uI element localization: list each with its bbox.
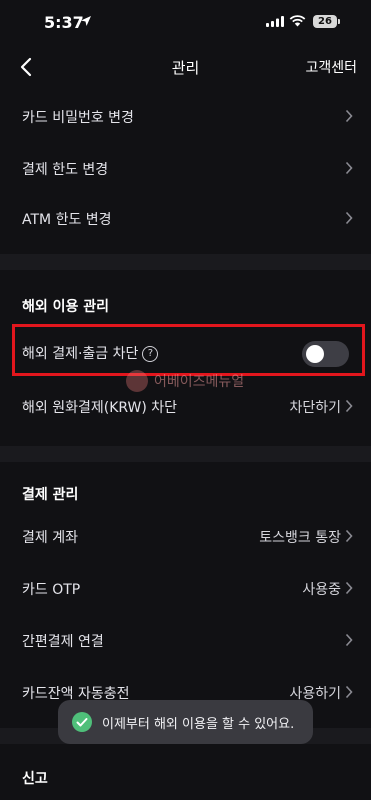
chevron-right-icon	[345, 211, 353, 225]
payment-account-row[interactable]: 결제 계좌 토스뱅크 통장	[0, 512, 371, 562]
location-arrow-icon	[81, 16, 91, 26]
chevron-right-icon	[345, 633, 353, 647]
row-value: 토스뱅크 통장	[259, 530, 341, 546]
section-divider	[0, 446, 371, 462]
chevron-right-icon	[345, 581, 353, 595]
row-value: 사용중	[302, 582, 341, 598]
check-icon	[76, 718, 88, 727]
chevron-right-icon	[345, 109, 353, 123]
report-section-title: 신고	[22, 771, 48, 787]
change-card-pin-row[interactable]: 카드 비밀번호 변경	[0, 92, 371, 142]
row-label: 결제 한도 변경	[22, 162, 109, 178]
chevron-right-icon	[345, 161, 353, 175]
status-time: 5:37	[44, 13, 84, 32]
row-label: 카드 OTP	[22, 582, 81, 598]
nav-bar: 관리 고객센터	[0, 44, 371, 90]
toast-message: 이제부터 해외 이용을 할 수 있어요.	[58, 700, 313, 744]
toast-text: 이제부터 해외 이용을 할 수 있어요.	[102, 717, 295, 732]
watermark-logo	[126, 370, 148, 392]
wifi-icon	[289, 15, 306, 27]
card-otp-row[interactable]: 카드 OTP 사용중	[0, 564, 371, 614]
row-value: 차단하기	[289, 400, 341, 416]
section-divider	[0, 254, 371, 270]
payment-section-title: 결제 관리	[22, 487, 79, 503]
status-bar: 5:37 26	[0, 0, 371, 44]
row-label: 카드 비밀번호 변경	[22, 110, 134, 126]
check-circle-icon	[72, 712, 92, 732]
cellular-signal-icon	[266, 16, 284, 27]
change-atm-limit-row[interactable]: ATM 한도 변경	[0, 194, 371, 244]
easy-pay-link-row[interactable]: 간편결제 연결	[0, 616, 371, 666]
chevron-right-icon	[345, 529, 353, 543]
watermark: 어베이즈메뉴얼	[126, 364, 256, 398]
row-label: 결제 계좌	[22, 530, 78, 546]
overseas-section-title: 해외 이용 관리	[22, 299, 110, 315]
row-label: ATM 한도 변경	[22, 212, 112, 228]
watermark-text: 어베이즈메뉴얼	[154, 374, 245, 390]
battery-tip	[338, 19, 340, 24]
row-label: 간편결제 연결	[22, 634, 104, 650]
battery-indicator: 26	[313, 15, 337, 28]
customer-center-button[interactable]: 고객센터	[305, 57, 357, 77]
row-label: 해외 원화결제(KRW) 차단	[22, 400, 178, 416]
chevron-right-icon	[345, 399, 353, 413]
change-payment-limit-row[interactable]: 결제 한도 변경	[0, 144, 371, 194]
chevron-right-icon	[345, 685, 353, 699]
